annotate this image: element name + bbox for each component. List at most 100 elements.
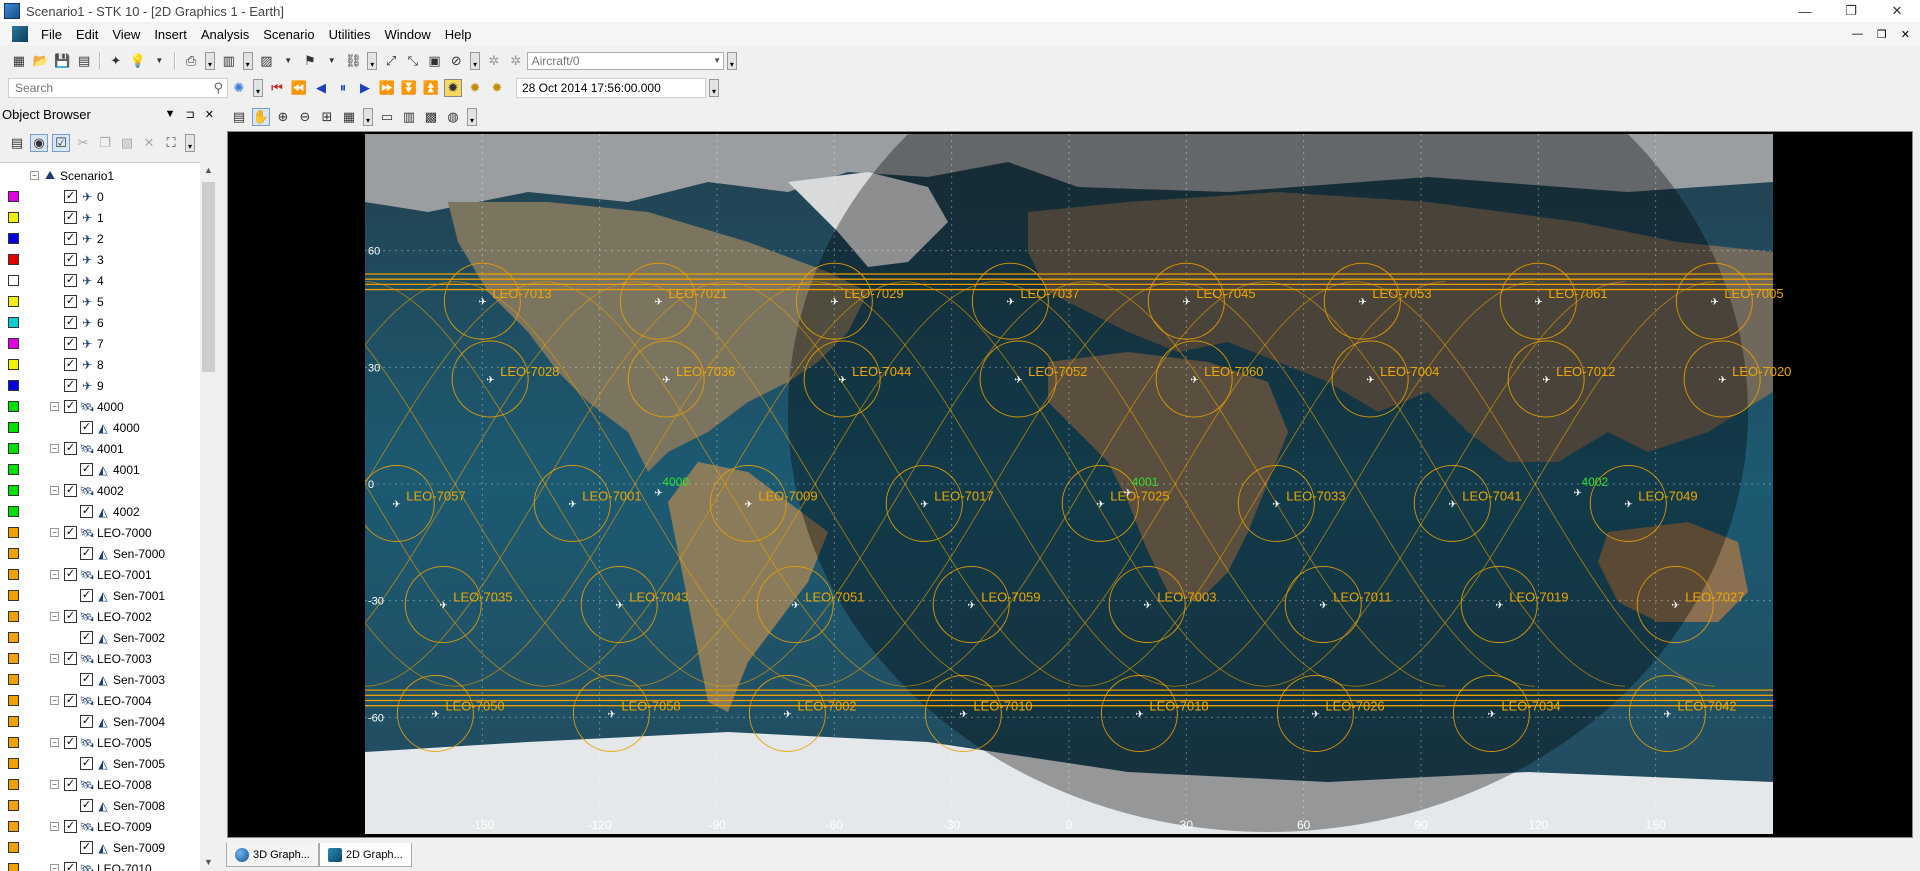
decrease-step-icon[interactable]: ⏬ — [400, 79, 418, 97]
zoom-in-icon[interactable]: ⊕ — [274, 108, 292, 126]
collapse-toggle-icon[interactable]: − — [50, 738, 59, 747]
collapse-toggle-icon[interactable]: − — [50, 864, 59, 871]
tree-item[interactable]: ✓ ✈ 7 — [0, 333, 200, 354]
color-swatch[interactable] — [8, 695, 19, 706]
paste-icon[interactable]: ▧ — [118, 134, 136, 152]
visibility-checkbox[interactable]: ✓ — [64, 778, 77, 791]
toolbar-grip[interactable]: ▾ — [253, 78, 263, 97]
collapse-toggle-icon[interactable]: − — [50, 612, 59, 621]
color-swatch[interactable] — [8, 317, 19, 328]
normal-time-icon[interactable]: ✹ — [488, 79, 506, 97]
tree-item[interactable]: − ✓ 🛰 LEO-7003 — [0, 648, 200, 669]
tree-item[interactable]: − ⛰ Scenario1 — [0, 165, 200, 186]
color-swatch[interactable] — [8, 758, 19, 769]
dropdown-arrow-icon[interactable]: ▼ — [323, 52, 341, 70]
map-2d-view[interactable]: ✈ LEO-7013 ✈ LEO-7021 ✈ LEO-7029 ✈ LEO-7037 ✈ LEO… — [227, 131, 1913, 838]
color-swatch[interactable] — [8, 401, 19, 412]
panel-close-icon[interactable]: ✕ — [205, 108, 214, 121]
collapse-toggle-icon[interactable]: − — [50, 780, 59, 789]
color-swatch[interactable] — [8, 254, 19, 265]
tree-item[interactable]: ✓ ◭ 4000 — [0, 417, 200, 438]
play-reverse-icon[interactable]: ◀ — [312, 79, 330, 97]
print-icon[interactable]: ⎙ — [182, 52, 200, 70]
menu-help[interactable]: Help — [438, 27, 479, 42]
tree-item[interactable]: ✓ ◭ Sen-7005 — [0, 753, 200, 774]
collapse-toggle-icon[interactable]: − — [50, 402, 59, 411]
color-swatch[interactable] — [8, 296, 19, 307]
tree-item[interactable]: ✓ ◭ 4002 — [0, 501, 200, 522]
color-swatch[interactable] — [8, 191, 19, 202]
visibility-checkbox[interactable]: ✓ — [80, 463, 93, 476]
mdi-restore-button[interactable]: ❐ — [1877, 28, 1887, 41]
visibility-checkbox[interactable]: ✓ — [64, 862, 77, 871]
tree-item[interactable]: ✓ ✈ 9 — [0, 375, 200, 396]
dropdown-arrow-icon[interactable]: ▼ — [279, 52, 297, 70]
report-icon[interactable]: ▥ — [220, 52, 238, 70]
tree-scrollbar[interactable]: ▲ ▼ — [200, 162, 217, 871]
color-swatch[interactable] — [8, 842, 19, 853]
measure-icon[interactable]: ▭ — [378, 108, 396, 126]
color-swatch[interactable] — [8, 590, 19, 601]
visibility-checkbox[interactable]: ✓ — [64, 358, 77, 371]
visibility-checkbox[interactable]: ✓ — [80, 421, 93, 434]
scroll-up-arrow[interactable]: ▲ — [200, 162, 217, 179]
new-object-icon[interactable]: ▤ — [8, 134, 26, 152]
visibility-checkbox[interactable]: ✓ — [80, 505, 93, 518]
tree-item[interactable]: ✓ ✈ 5 — [0, 291, 200, 312]
color-swatch[interactable] — [8, 737, 19, 748]
tree-item[interactable]: − ✓ 🛰 LEO-7009 — [0, 816, 200, 837]
properties-icon[interactable]: ▣ — [426, 52, 444, 70]
scroll-thumb[interactable] — [202, 182, 215, 372]
tree-item[interactable]: − ✓ 🛰 LEO-7002 — [0, 606, 200, 627]
visibility-checkbox[interactable]: ✓ — [64, 274, 77, 287]
color-swatch[interactable] — [8, 527, 19, 538]
toolbar-grip[interactable]: ▾ — [470, 51, 481, 70]
tree-item[interactable]: ✓ ✈ 8 — [0, 354, 200, 375]
minimize-button[interactable]: — — [1782, 0, 1828, 22]
toolbar-grip[interactable]: ▾ — [242, 51, 253, 70]
save-image-icon[interactable]: ▦ — [340, 108, 358, 126]
reset-animation-icon[interactable]: ⏮ — [268, 79, 286, 97]
visibility-checkbox[interactable]: ✓ — [80, 547, 93, 560]
pause-icon[interactable]: ⏸ — [334, 79, 352, 97]
toolbar-grip[interactable]: ▾ — [185, 134, 195, 152]
color-swatch[interactable] — [8, 653, 19, 664]
cut-icon[interactable]: ✂ — [74, 134, 92, 152]
chain-icon[interactable]: ⛓ — [345, 52, 363, 70]
tab-3d-graphics[interactable]: 3D Graph... — [226, 843, 319, 867]
collapse-toggle-icon[interactable]: − — [50, 444, 59, 453]
menu-file[interactable]: File — [34, 27, 69, 42]
search-input[interactable] — [15, 80, 205, 95]
coverage-icon[interactable]: ⤢ — [382, 52, 400, 70]
visibility-checkbox[interactable]: ✓ — [64, 379, 77, 392]
visibility-checkbox[interactable]: ✓ — [64, 526, 77, 539]
map-properties-icon[interactable]: ▤ — [230, 108, 248, 126]
settings-gear-icon[interactable]: ✺ — [230, 79, 248, 97]
object-tools-icon[interactable]: ✲ — [485, 52, 503, 70]
lightbulb-icon[interactable]: 💡 — [129, 52, 147, 70]
color-wheel-icon[interactable]: ◉ — [30, 134, 48, 152]
toolbar-grip[interactable]: ▾ — [205, 51, 215, 70]
menu-scenario[interactable]: Scenario — [256, 27, 321, 42]
step-back-icon[interactable]: ⏪ — [290, 79, 308, 97]
map-canvas[interactable]: ✈ LEO-7013 ✈ LEO-7021 ✈ LEO-7029 ✈ LEO-7037 ✈ LEO… — [228, 132, 1914, 839]
color-swatch[interactable] — [8, 800, 19, 811]
color-swatch[interactable] — [8, 821, 19, 832]
visibility-checkbox[interactable]: ✓ — [64, 232, 77, 245]
visibility-checkbox[interactable]: ✓ — [64, 568, 77, 581]
search-icon[interactable]: ⚲ — [213, 80, 223, 96]
stop-icon[interactable]: ⊘ — [447, 52, 465, 70]
menu-edit[interactable]: Edit — [69, 27, 105, 42]
tree-item[interactable]: − ✓ 🛰 4000 — [0, 396, 200, 417]
toolbar-grip[interactable]: ▾ — [709, 78, 719, 97]
collapse-toggle-icon[interactable]: − — [50, 696, 59, 705]
toolbar-grip[interactable]: ▾ — [363, 108, 373, 126]
dropdown-arrow-icon[interactable]: ▼ — [151, 52, 169, 70]
globe-icon[interactable]: ◍ — [444, 108, 462, 126]
tree-item[interactable]: ✓ ◭ Sen-7008 — [0, 795, 200, 816]
find-binoculars-icon[interactable]: ⛶ — [162, 134, 180, 152]
visibility-checkbox[interactable]: ✓ — [80, 673, 93, 686]
collapse-toggle-icon[interactable]: − — [50, 486, 59, 495]
tree-item[interactable]: − ✓ 🛰 LEO-7010 — [0, 858, 200, 871]
tree-item[interactable]: ✓ ✈ 6 — [0, 312, 200, 333]
